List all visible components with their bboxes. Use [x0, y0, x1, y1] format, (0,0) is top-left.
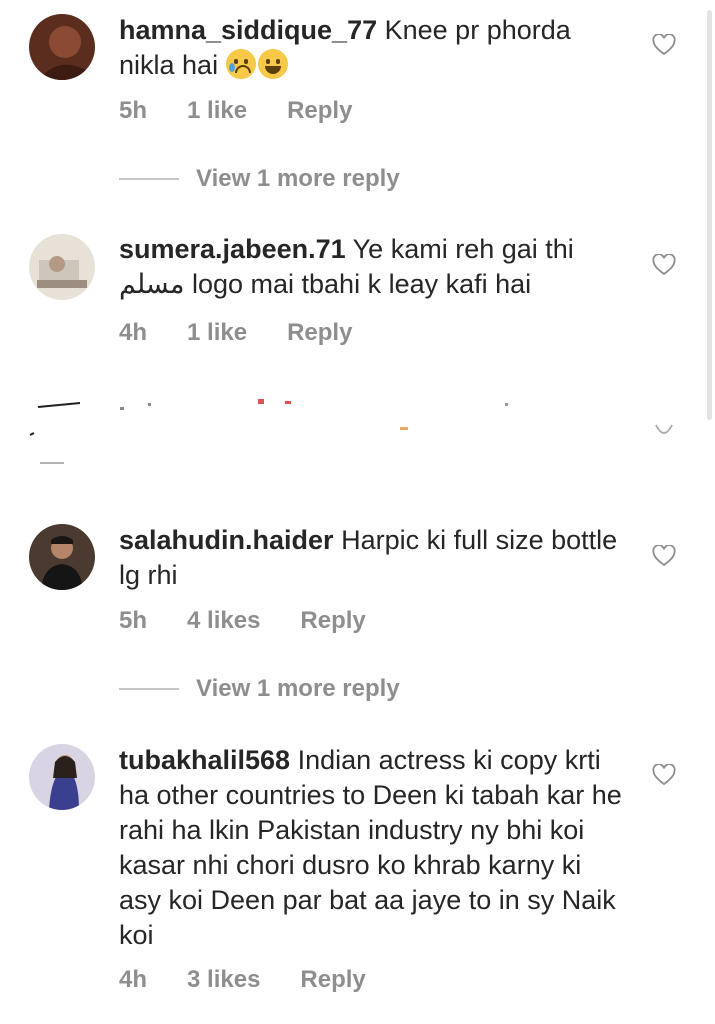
reply-button[interactable]: Reply [300, 966, 365, 994]
tears-of-joy-icon [257, 49, 288, 79]
comment-likes[interactable]: 3 likes [187, 966, 260, 994]
reply-button[interactable]: Reply [287, 97, 352, 125]
heart-outline-icon[interactable] [652, 254, 676, 276]
comment-username[interactable]: tubakhalil568 [119, 745, 290, 775]
redacted-area [29, 399, 673, 464]
comment-text: tubakhalil568 Indian actress ki copy krt… [119, 743, 624, 953]
view-more-label[interactable]: View 1 more reply [196, 675, 400, 703]
comment-likes[interactable]: 4 likes [187, 607, 260, 635]
heart-outline-icon[interactable] [652, 34, 676, 56]
comment-likes[interactable]: 1 like [187, 319, 247, 347]
comment-text: salahudin.haider Harpic ki full size bot… [119, 523, 624, 593]
heart-outline-icon[interactable] [652, 764, 676, 786]
avatar[interactable] [29, 744, 95, 810]
reply-button[interactable]: Reply [287, 319, 352, 347]
comment-username[interactable]: salahudin.haider [119, 525, 334, 555]
divider [119, 688, 179, 690]
comment-username[interactable]: sumera.jabeen.71 [119, 234, 346, 264]
comment-time: 4h [119, 966, 148, 993]
comment-likes[interactable]: 1 like [187, 97, 247, 125]
comment-meta: 4h 3 likes Reply [119, 966, 406, 994]
comment-text: hamna_siddique_77 Knee pr phorda nikla h… [119, 13, 624, 83]
avatar[interactable] [29, 14, 95, 80]
comment-meta: 5h 4 likes Reply [119, 607, 406, 635]
reply-button[interactable]: Reply [300, 607, 365, 635]
crying-face-icon [225, 49, 256, 79]
view-more-label[interactable]: View 1 more reply [196, 165, 400, 193]
comment-time: 5h [119, 607, 148, 634]
view-more-replies[interactable]: View 1 more reply [119, 165, 400, 193]
comment-time: 4h [119, 319, 148, 346]
comment-text: sumera.jabeen.71 Ye kami reh gai thi مسل… [119, 232, 624, 302]
heart-outline-icon[interactable] [652, 545, 676, 567]
divider [119, 178, 179, 180]
view-more-replies[interactable]: View 1 more reply [119, 675, 400, 703]
comment-meta: 5h 1 like Reply [119, 97, 392, 125]
comment-body: Indian actress ki copy krti ha other cou… [119, 745, 622, 950]
scrollbar[interactable] [707, 10, 712, 420]
comment-meta: 4h 1 like Reply [119, 319, 392, 347]
comment-username[interactable]: hamna_siddique_77 [119, 15, 377, 45]
comment-time: 5h [119, 97, 148, 124]
avatar[interactable] [29, 524, 95, 590]
avatar[interactable] [29, 234, 95, 300]
